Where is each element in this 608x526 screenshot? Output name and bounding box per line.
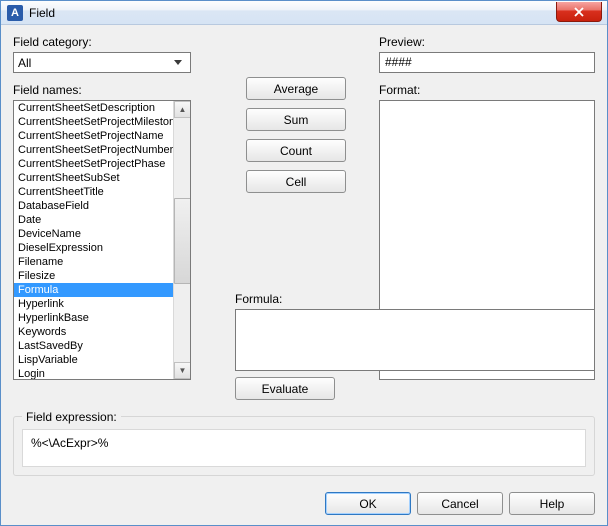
list-item[interactable]: Date (14, 213, 174, 227)
dialog-footer: OK Cancel Help (1, 484, 607, 525)
field-expression-value: %<\AcExpr>% (22, 429, 586, 467)
list-item[interactable]: CurrentSheetSetProjectName (14, 129, 174, 143)
scroll-down-button[interactable]: ▼ (174, 362, 191, 379)
field-expression-group: Field expression: %<\AcExpr>% (13, 416, 595, 476)
title-bar: A Field (1, 1, 607, 25)
list-item[interactable]: Filesize (14, 269, 174, 283)
preview-field: #### (379, 52, 595, 73)
field-category-value: All (18, 56, 31, 70)
list-item[interactable]: CurrentSheetTitle (14, 185, 174, 199)
list-item[interactable]: Keywords (14, 325, 174, 339)
average-button[interactable]: Average (246, 77, 346, 100)
list-item[interactable]: CurrentSheetSetDescription (14, 101, 174, 115)
list-item[interactable]: LispVariable (14, 353, 174, 367)
list-item[interactable]: CurrentSheetSetProjectNumber (14, 143, 174, 157)
list-item[interactable]: Formula (14, 283, 174, 297)
list-item[interactable]: HyperlinkBase (14, 311, 174, 325)
list-item[interactable]: CurrentSheetSetProjectMilestone (14, 115, 174, 129)
field-dialog: A Field Field category: All Field names: (0, 0, 608, 526)
list-item[interactable]: Login (14, 367, 174, 379)
count-button[interactable]: Count (246, 139, 346, 162)
scroll-thumb[interactable] (174, 198, 191, 284)
list-item[interactable]: DieselExpression (14, 241, 174, 255)
field-category-label: Field category: (13, 35, 213, 49)
list-item[interactable]: DatabaseField (14, 199, 174, 213)
ok-button[interactable]: OK (325, 492, 411, 515)
dialog-body: Field category: All Field names: Current… (1, 25, 607, 484)
list-item[interactable]: Filename (14, 255, 174, 269)
list-item[interactable]: DeviceName (14, 227, 174, 241)
cell-button[interactable]: Cell (246, 170, 346, 193)
help-button[interactable]: Help (509, 492, 595, 515)
close-icon (574, 7, 584, 17)
sum-button[interactable]: Sum (246, 108, 346, 131)
app-icon: A (7, 5, 23, 21)
window-title: Field (29, 6, 55, 20)
formula-label: Formula: (235, 292, 595, 306)
close-button[interactable] (556, 2, 602, 22)
field-category-combo[interactable]: All (13, 52, 191, 73)
listbox-scrollbar[interactable]: ▲ ▼ (173, 101, 190, 379)
formula-input[interactable] (235, 309, 595, 371)
list-item[interactable]: CurrentSheetSetProjectPhase (14, 157, 174, 171)
field-names-listbox[interactable]: CurrentSheetSetDescriptionCurrentSheetSe… (13, 100, 191, 380)
list-item[interactable]: Hyperlink (14, 297, 174, 311)
evaluate-button[interactable]: Evaluate (235, 377, 335, 400)
field-expression-label: Field expression: (22, 410, 121, 424)
list-item[interactable]: LastSavedBy (14, 339, 174, 353)
preview-label: Preview: (379, 35, 595, 49)
format-label: Format: (379, 83, 595, 97)
scroll-up-button[interactable]: ▲ (174, 101, 191, 118)
list-item[interactable]: CurrentSheetSubSet (14, 171, 174, 185)
field-names-label: Field names: (13, 83, 213, 97)
cancel-button[interactable]: Cancel (417, 492, 503, 515)
chevron-down-icon (170, 55, 186, 71)
